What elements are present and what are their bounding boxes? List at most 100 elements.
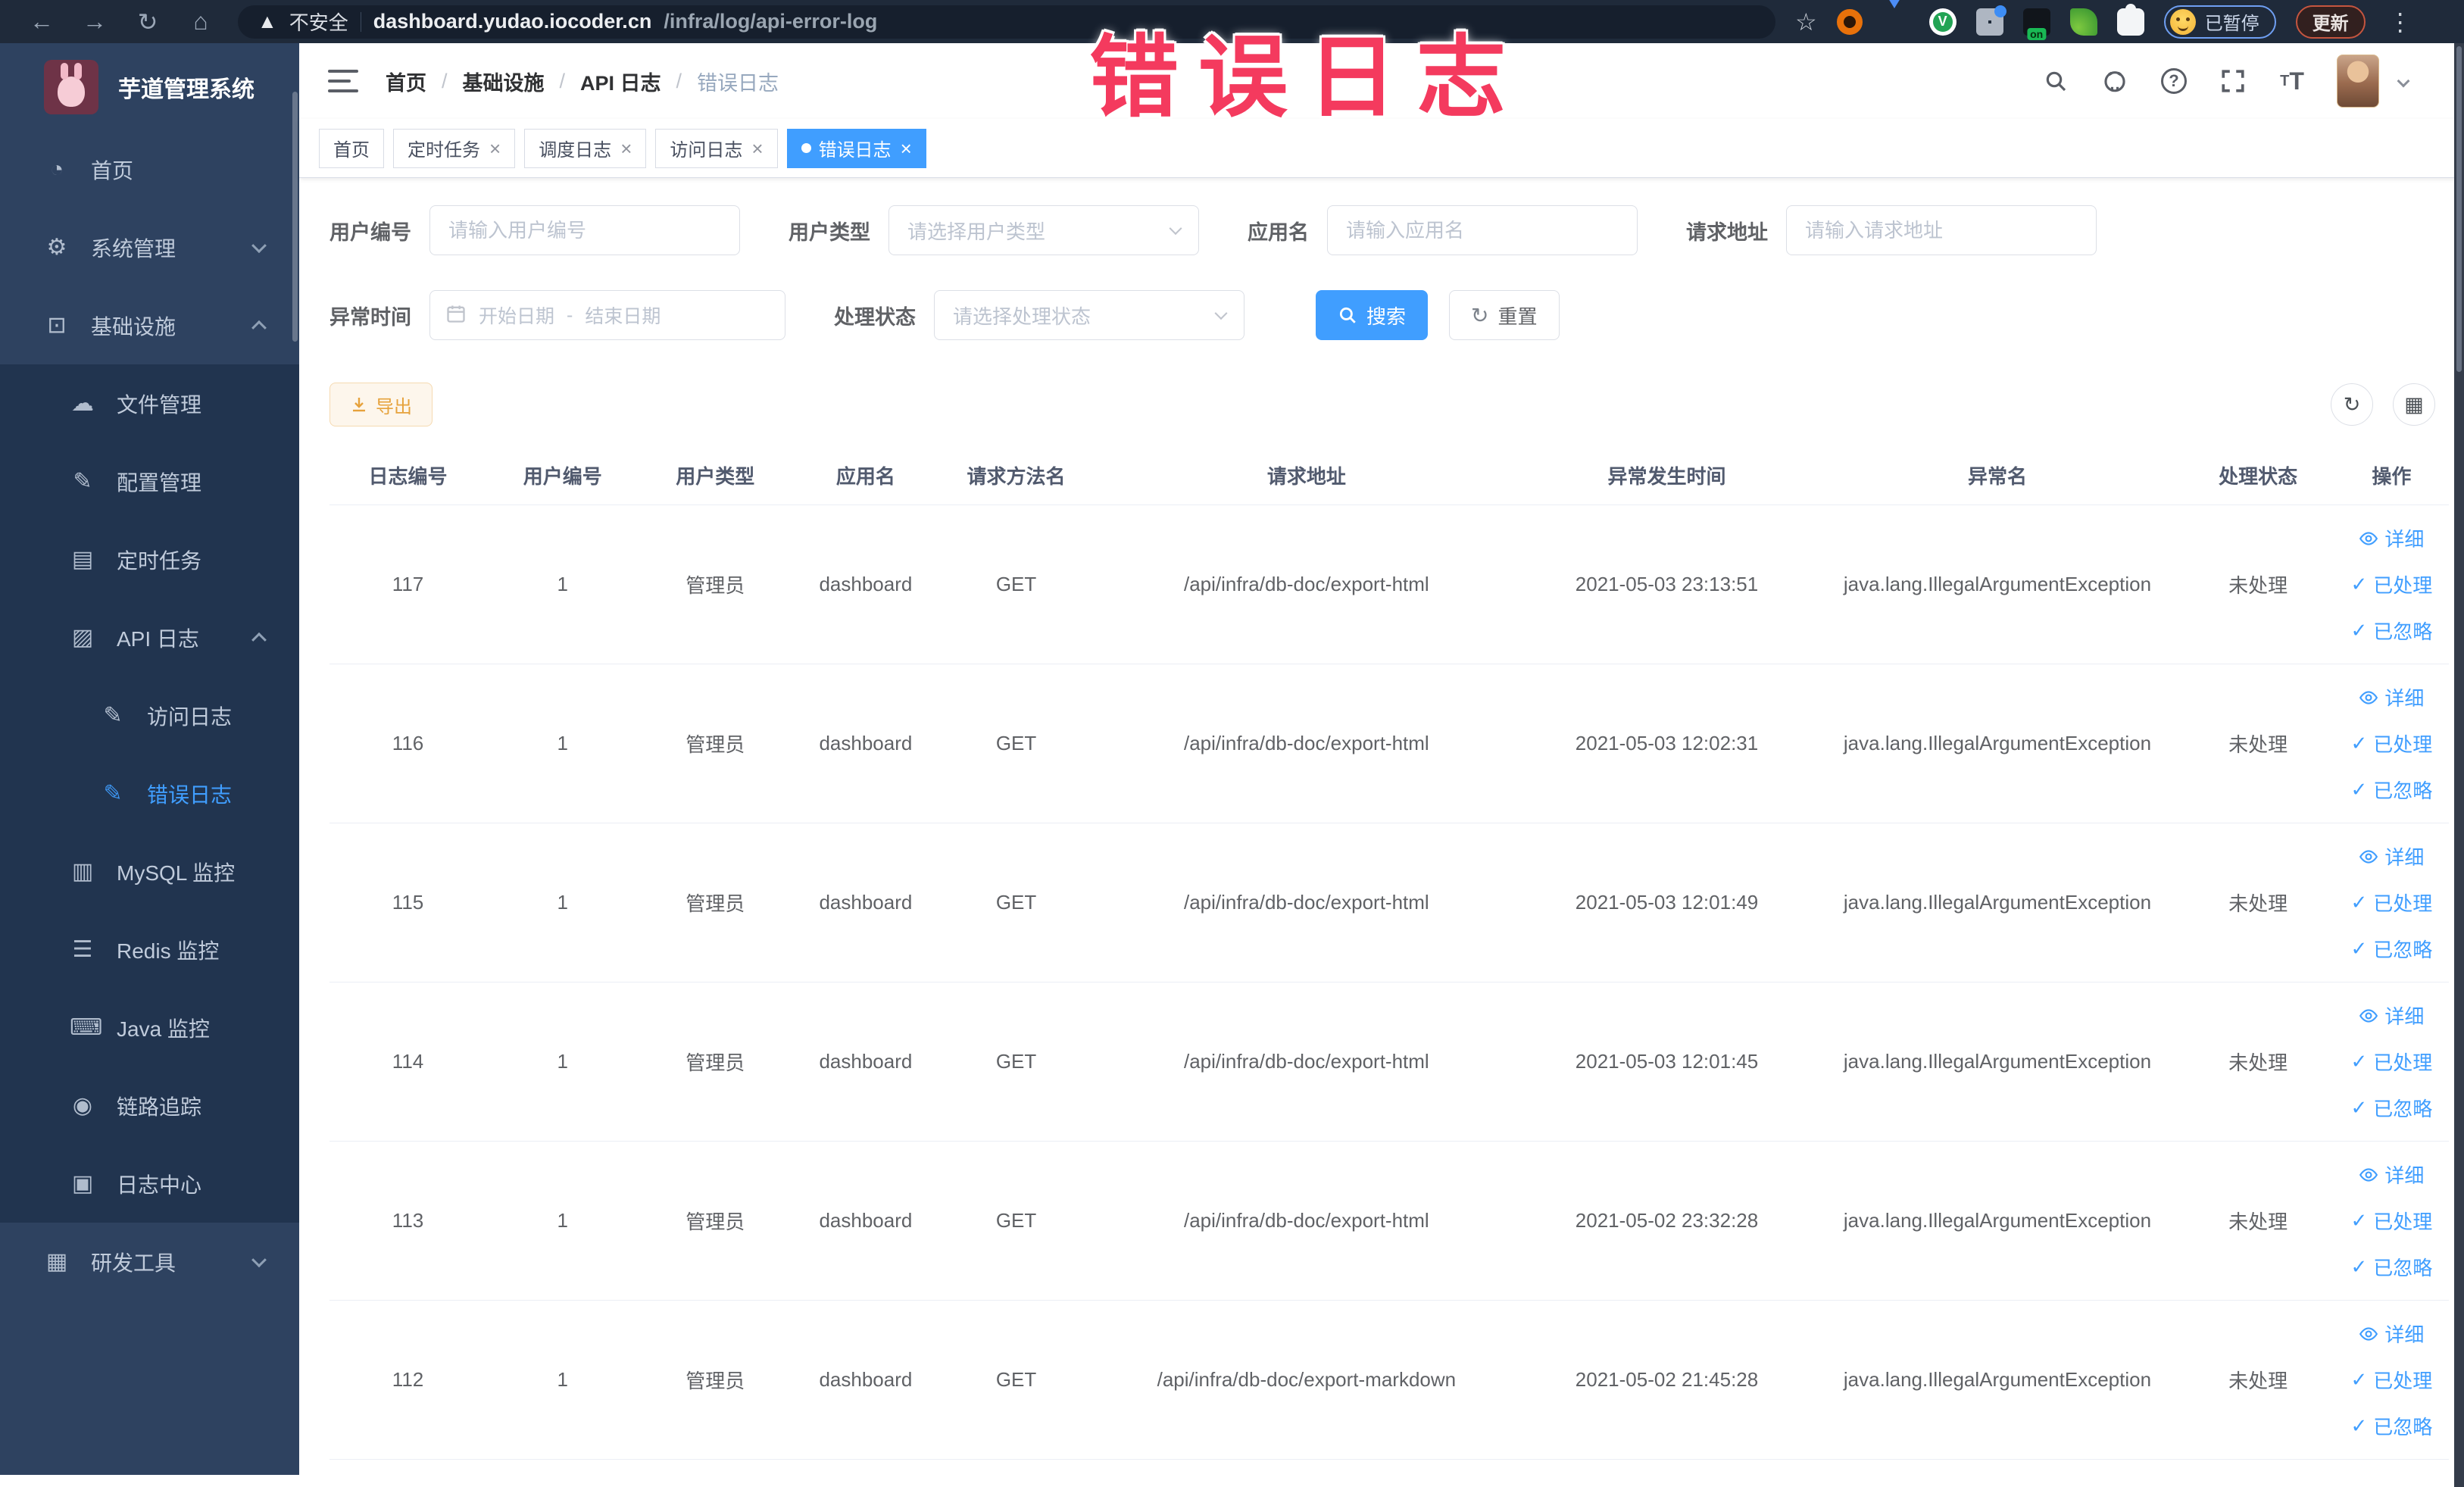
table-column-header: 应用名 (835, 465, 895, 488)
job-icon: ▤ (71, 547, 94, 572)
home-icon[interactable]: ⌂ (174, 8, 227, 36)
extension-puzzle-icon[interactable] (2116, 8, 2144, 36)
reload-icon[interactable]: ↻ (121, 8, 174, 36)
breadcrumb-item[interactable]: 基础设施 (463, 67, 545, 96)
mark-processed-link[interactable]: ✓ 已处理 (2350, 729, 2432, 758)
filter-app-name: 应用名 (1248, 205, 1638, 255)
tag-tab[interactable]: 错误日志 × (786, 128, 926, 168)
refresh-table-button[interactable]: ↻ (2331, 383, 2373, 426)
address-bar[interactable]: ▲ 不安全 dashboard.yudao.iocoder.cn/infra/l… (238, 5, 1775, 39)
process-status-select[interactable]: 请选择处理状态 (934, 290, 1244, 340)
extension-grid-icon[interactable] (1975, 5, 2006, 36)
active-dot-icon (801, 143, 811, 153)
mark-ignored-link[interactable]: ✓ 已忽略 (2350, 1094, 2432, 1122)
cell-user-type: 管理员 (685, 1370, 745, 1392)
sidebar-menu-item[interactable]: ▨ API 日志 (0, 598, 299, 676)
tab-close-icon[interactable]: × (901, 139, 912, 158)
detail-link[interactable]: 详细 (2359, 842, 2424, 870)
sidebar-menu-item[interactable]: ▤ 定时任务 (0, 520, 299, 598)
tab-close-icon[interactable]: × (751, 139, 763, 158)
column-settings-button[interactable]: ▦ (2393, 383, 2435, 426)
detail-link[interactable]: 详细 (2359, 683, 2424, 711)
sidebar-menu-item[interactable]: ✎ 配置管理 (0, 442, 299, 520)
mark-processed-link[interactable]: ✓ 已处理 (2350, 570, 2432, 598)
mark-ignored-link[interactable]: ✓ 已忽略 (2350, 776, 2432, 804)
profile-paused-badge[interactable]: 已暂停 (2163, 5, 2276, 39)
mark-ignored-link[interactable]: ✓ 已忽略 (2350, 1412, 2432, 1440)
sidebar-menu-item[interactable]: ▦ 研发工具 (0, 1223, 299, 1301)
eye-icon (2359, 531, 2378, 545)
tag-tab[interactable]: 调度日志 × (524, 128, 647, 168)
github-icon[interactable] (2100, 67, 2129, 95)
caret-down-icon[interactable] (2397, 74, 2410, 88)
mark-processed-link[interactable]: ✓ 已处理 (2350, 1048, 2432, 1076)
reset-button[interactable]: ↻ 重置 (1449, 290, 1560, 340)
sidebar-fold-icon[interactable] (328, 68, 358, 94)
font-size-icon[interactable]: TT (2278, 67, 2306, 95)
extension-green-v-icon[interactable]: V (1928, 8, 1957, 36)
bookmark-star-icon[interactable]: ☆ (1795, 8, 1817, 36)
sidebar-scrollbar-horizontal[interactable] (0, 1475, 299, 1487)
sidebar-menu-item[interactable]: ⊡ 基础设施 (0, 286, 299, 364)
tab-close-icon[interactable]: × (620, 139, 632, 158)
cell-user-id: 1 (557, 1368, 568, 1391)
mark-ignored-link[interactable]: ✓ 已忽略 (2350, 617, 2432, 645)
extension-on-badge-icon[interactable] (2022, 8, 2050, 36)
check-icon: ✓ (2350, 1368, 2368, 1391)
forward-icon[interactable]: → (68, 8, 121, 36)
search-button[interactable]: 搜索 (1316, 290, 1429, 340)
sidebar-menu-item[interactable]: ⌨ Java 监控 (0, 989, 299, 1067)
mark-processed-link[interactable]: ✓ 已处理 (2350, 889, 2432, 917)
browser-menu-icon[interactable]: ⋮ (2388, 8, 2412, 36)
sidebar-menu-item[interactable]: ◉ 链路追踪 (0, 1067, 299, 1145)
detail-link[interactable]: 详细 (2359, 1161, 2424, 1189)
request-url-input[interactable] (1786, 205, 2097, 255)
tag-tab[interactable]: 首页 × (319, 128, 384, 168)
back-icon[interactable]: ← (15, 8, 68, 36)
sidebar-menu-item[interactable]: ☰ Redis 监控 (0, 911, 299, 989)
detail-link[interactable]: 详细 (2359, 1320, 2424, 1348)
breadcrumb-item[interactable]: 错误日志 (697, 67, 779, 96)
app-frame: 芋道管理系统 ◔ 首页 ⚙ 系统管理 ⊡ 基础设施 ☁ 文件管理 ✎ 配置管理 … (0, 43, 2464, 1487)
breadcrumb: 首页 / 基础设施 / API 日志 / 错误日志 / (386, 67, 779, 96)
user-avatar[interactable] (2337, 55, 2379, 108)
app-name-input[interactable] (1327, 205, 1638, 255)
sidebar-menu-item[interactable]: ☁ 文件管理 (0, 364, 299, 442)
page-scrollbar[interactable] (2454, 43, 2464, 1487)
mark-ignored-link[interactable]: ✓ 已忽略 (2350, 935, 2432, 963)
table-row: 112 1 管理员 dashboard GET /api/infra/db-do… (329, 1301, 2449, 1460)
tag-tab[interactable]: 访问日志 × (655, 128, 778, 168)
cell-process-status: 未处理 (2228, 1370, 2288, 1392)
tab-close-icon[interactable]: × (489, 139, 501, 158)
user-type-select[interactable]: 请选择用户类型 (888, 205, 1199, 255)
mark-ignored-link[interactable]: ✓ 已忽略 (2350, 1253, 2432, 1281)
search-icon[interactable] (2041, 67, 2070, 95)
sidebar-scrollbar-vertical[interactable] (292, 92, 298, 342)
sidebar-menu-item[interactable]: ✎ 访问日志 (0, 676, 299, 754)
breadcrumb-item[interactable]: API 日志 (580, 67, 661, 96)
eye-icon (2359, 1326, 2378, 1341)
help-icon[interactable]: ? (2160, 67, 2188, 95)
logo-row[interactable]: 芋道管理系统 (0, 43, 299, 130)
tag-tab[interactable]: 定时任务 × (393, 128, 516, 168)
mark-processed-link[interactable]: ✓ 已处理 (2350, 1366, 2432, 1394)
cell-user-id: 1 (557, 1209, 568, 1232)
extension-leaf-icon[interactable] (2069, 8, 2097, 36)
breadcrumb-item[interactable]: 首页 (386, 67, 426, 96)
sidebar-menu-item[interactable]: ▥ MySQL 监控 (0, 833, 299, 911)
detail-link[interactable]: 详细 (2359, 524, 2424, 552)
date-range-picker[interactable]: 开始日期 - 结束日期 (429, 290, 785, 340)
extension-orange-icon[interactable] (1836, 8, 1863, 35)
export-button[interactable]: 导出 (329, 383, 433, 426)
mark-processed-link[interactable]: ✓ 已处理 (2350, 1207, 2432, 1235)
fullscreen-icon[interactable] (2219, 67, 2247, 95)
browser-update-button[interactable]: 更新 (2295, 5, 2366, 39)
sidebar-menu-item[interactable]: ◔ 首页 (0, 130, 299, 208)
sidebar-menu-item[interactable]: ⚙ 系统管理 (0, 208, 299, 286)
sidebar-menu-item[interactable]: ▣ 日志中心 (0, 1145, 299, 1223)
detail-link[interactable]: 详细 (2359, 1001, 2424, 1029)
sidebar-menu-item[interactable]: ✎ 错误日志 (0, 754, 299, 833)
user-id-input[interactable] (429, 205, 740, 255)
page-scrollbar-thumb[interactable] (2456, 46, 2462, 372)
extension-blue-icon[interactable] (1882, 0, 1910, 36)
